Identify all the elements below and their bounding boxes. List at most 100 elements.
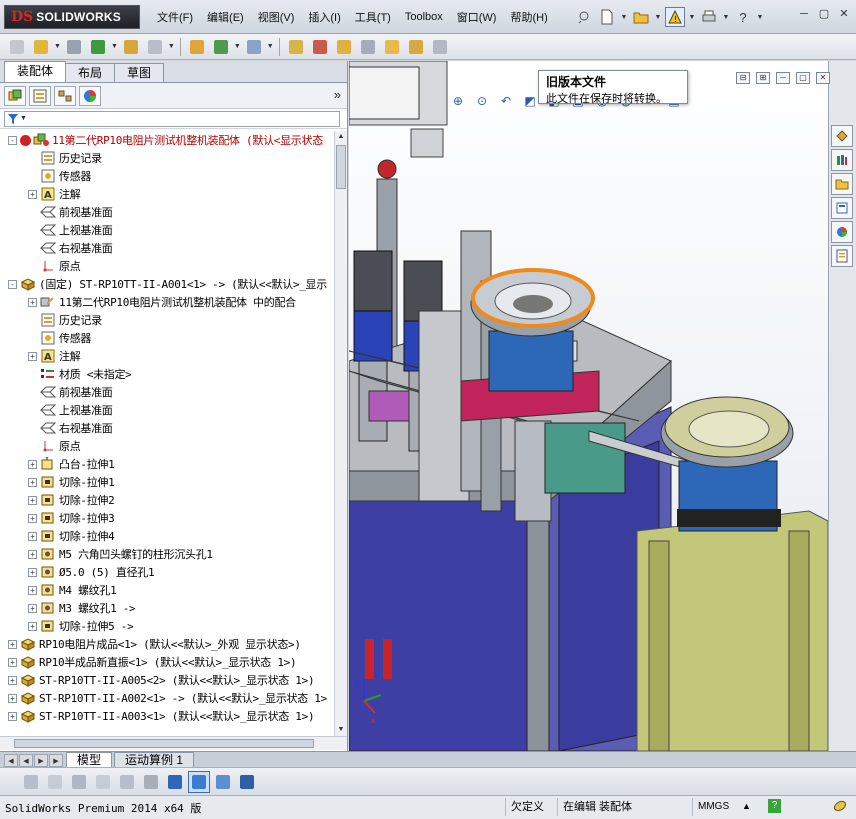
tree-node[interactable]: 原点 xyxy=(0,257,334,275)
chevron-down-icon[interactable]: ▼ xyxy=(20,115,27,122)
expand-node-icon[interactable]: + xyxy=(8,675,17,685)
expand-node-icon[interactable]: + xyxy=(28,585,37,595)
expand-node-icon[interactable]: + xyxy=(8,657,17,667)
options-icon[interactable] xyxy=(832,799,848,816)
smart-fastener-icon[interactable] xyxy=(120,36,142,58)
tree-filter-input[interactable]: ▼ xyxy=(4,110,340,127)
help-status-icon[interactable]: ? xyxy=(768,799,781,813)
collapse-node-icon[interactable]: - xyxy=(8,279,17,289)
chevron-down-icon[interactable]: ▼ xyxy=(756,14,764,21)
tree-node[interactable]: + 切除-拉伸1 xyxy=(0,473,334,491)
chevron-down-icon[interactable]: ▼ xyxy=(234,43,241,50)
tree-node[interactable]: + 切除-拉伸3 xyxy=(0,509,334,527)
tab-sketch[interactable]: 草图 xyxy=(114,63,165,82)
tree-node[interactable]: + 切除-拉伸4 xyxy=(0,527,334,545)
exploded-view-icon[interactable] xyxy=(333,36,355,58)
tree-node[interactable]: + Ø5.0 (5) 直径孔1 xyxy=(0,563,334,581)
restore-icon[interactable]: ▢ xyxy=(816,7,832,21)
3d-view-icon[interactable] xyxy=(188,770,210,793)
expand-node-icon[interactable]: + xyxy=(8,693,17,703)
tree-node[interactable]: 历史记录 xyxy=(0,149,334,167)
tab-layout[interactable]: 布局 xyxy=(65,63,116,82)
tree-node[interactable]: + 切除-拉伸2 xyxy=(0,491,334,509)
large-assembly-icon[interactable] xyxy=(405,36,427,58)
chevron-down-icon[interactable]: ▼ xyxy=(620,14,628,21)
assembly-3d-model[interactable]: z x xyxy=(349,61,828,751)
scroll-thumb[interactable] xyxy=(336,145,346,189)
interference-icon[interactable] xyxy=(357,36,379,58)
tree-node[interactable]: + A 注解 xyxy=(0,347,334,365)
chevron-down-icon[interactable]: ▼ xyxy=(688,14,696,21)
tree-node[interactable]: 传感器 xyxy=(0,167,334,185)
tree-node[interactable]: + RP10电阻片成品<1> (默认<<默认>_外观 显示状态>) xyxy=(0,635,334,653)
viewport-tile-icon[interactable]: ⊞ xyxy=(756,72,770,84)
menu-view[interactable]: 视图(V) xyxy=(251,9,302,25)
tree-node[interactable]: + ST-RP10TT-II-A003<1> (默认<<默认>_显示状态 1>) xyxy=(0,707,334,725)
expand-node-icon[interactable]: + xyxy=(28,189,37,199)
chevron-down-icon[interactable]: ▼ xyxy=(168,43,175,50)
menu-toolbox[interactable]: Toolbox xyxy=(398,11,450,23)
tree-node[interactable]: + A 注解 xyxy=(0,185,334,203)
zoom-area-icon[interactable]: ⊙ xyxy=(474,94,490,110)
configuration-manager-icon[interactable] xyxy=(54,85,76,106)
menu-file[interactable]: 文件(F) xyxy=(150,9,200,25)
expand-node-icon[interactable]: + xyxy=(28,459,37,469)
new-motion-study-icon[interactable] xyxy=(285,36,307,58)
appearances-icon[interactable] xyxy=(831,221,853,243)
scroll-thumb[interactable] xyxy=(14,739,314,748)
tree-node[interactable]: 右视基准面 xyxy=(0,239,334,257)
expand-node-icon[interactable]: + xyxy=(8,639,17,649)
show-hidden-icon[interactable] xyxy=(186,36,208,58)
expand-node-icon[interactable]: + xyxy=(28,351,37,361)
design-library-icon[interactable] xyxy=(831,149,853,171)
viewport-split-icon[interactable]: ⊟ xyxy=(736,72,750,84)
tree-node[interactable]: 前视基准面 xyxy=(0,383,334,401)
tree-node[interactable]: 历史记录 xyxy=(0,311,334,329)
expand-node-icon[interactable]: + xyxy=(28,477,37,487)
collapse-node-icon[interactable]: - xyxy=(8,135,17,145)
menu-tools[interactable]: 工具(T) xyxy=(348,9,398,25)
chevron-up-icon[interactable]: ▲ xyxy=(742,801,751,811)
assembly-tool-icon[interactable] xyxy=(6,36,28,58)
instant3d-icon[interactable] xyxy=(381,36,403,58)
open-folder-icon[interactable] xyxy=(631,7,651,27)
move-component-icon[interactable] xyxy=(144,36,166,58)
warning-icon[interactable]: ! xyxy=(665,7,685,27)
assembly-features-icon[interactable] xyxy=(210,36,232,58)
previous-view-icon[interactable]: ↶ xyxy=(498,94,514,110)
custom-properties-icon[interactable] xyxy=(831,245,853,267)
tree-node[interactable]: 右视基准面 xyxy=(0,419,334,437)
pattern-icon[interactable] xyxy=(87,36,109,58)
expand-node-icon[interactable]: + xyxy=(28,513,37,523)
chevron-down-icon[interactable]: ▼ xyxy=(654,14,662,21)
tab-assembly[interactable]: 装配体 xyxy=(4,61,67,82)
tree-node[interactable]: + 切除-拉伸5 -> xyxy=(0,617,334,635)
expand-node-icon[interactable]: + xyxy=(28,603,37,613)
tree-node[interactable]: + RP10半成品新直振<1> (默认<<默认>_显示状态 1>) xyxy=(0,653,334,671)
tree-node[interactable]: +11第二代RP10电阻片测试机整机装配体 中的配合 xyxy=(0,293,334,311)
tab-model[interactable]: 模型 xyxy=(66,752,113,767)
file-explorer-icon[interactable] xyxy=(831,173,853,195)
expand-node-icon[interactable]: + xyxy=(8,711,17,721)
chevron-down-icon[interactable]: ▼ xyxy=(267,43,274,50)
expand-node-icon[interactable]: + xyxy=(28,531,37,541)
align-icon[interactable] xyxy=(140,771,162,793)
measure-icon[interactable] xyxy=(92,771,114,793)
chevron-down-icon[interactable]: ▼ xyxy=(722,14,730,21)
pin-icon[interactable] xyxy=(574,7,594,27)
help-icon[interactable]: ? xyxy=(733,7,753,27)
viewport-minimize-icon[interactable]: ─ xyxy=(776,72,790,84)
solidworks-logo[interactable]: DS SOLIDWORKS xyxy=(4,5,140,29)
tree-node[interactable]: 前视基准面 xyxy=(0,203,334,221)
property-manager-icon[interactable] xyxy=(29,85,51,106)
tree-node[interactable]: + ST-RP10TT-II-A002<1> -> (默认<<默认>_显示状态 1… xyxy=(0,689,334,707)
expand-node-icon[interactable]: + xyxy=(28,297,37,307)
expand-node-icon[interactable]: + xyxy=(28,621,37,631)
first-tab-icon[interactable]: ◀ xyxy=(4,754,18,767)
viewport-restore-icon[interactable]: ▢ xyxy=(796,72,810,84)
section-view-icon[interactable]: ◩ xyxy=(522,94,538,110)
tree-node[interactable]: 上视基准面 xyxy=(0,221,334,239)
chart-icon[interactable] xyxy=(164,771,186,793)
chevron-down-icon[interactable]: ▼ xyxy=(111,43,118,50)
view-palette-icon[interactable] xyxy=(831,197,853,219)
